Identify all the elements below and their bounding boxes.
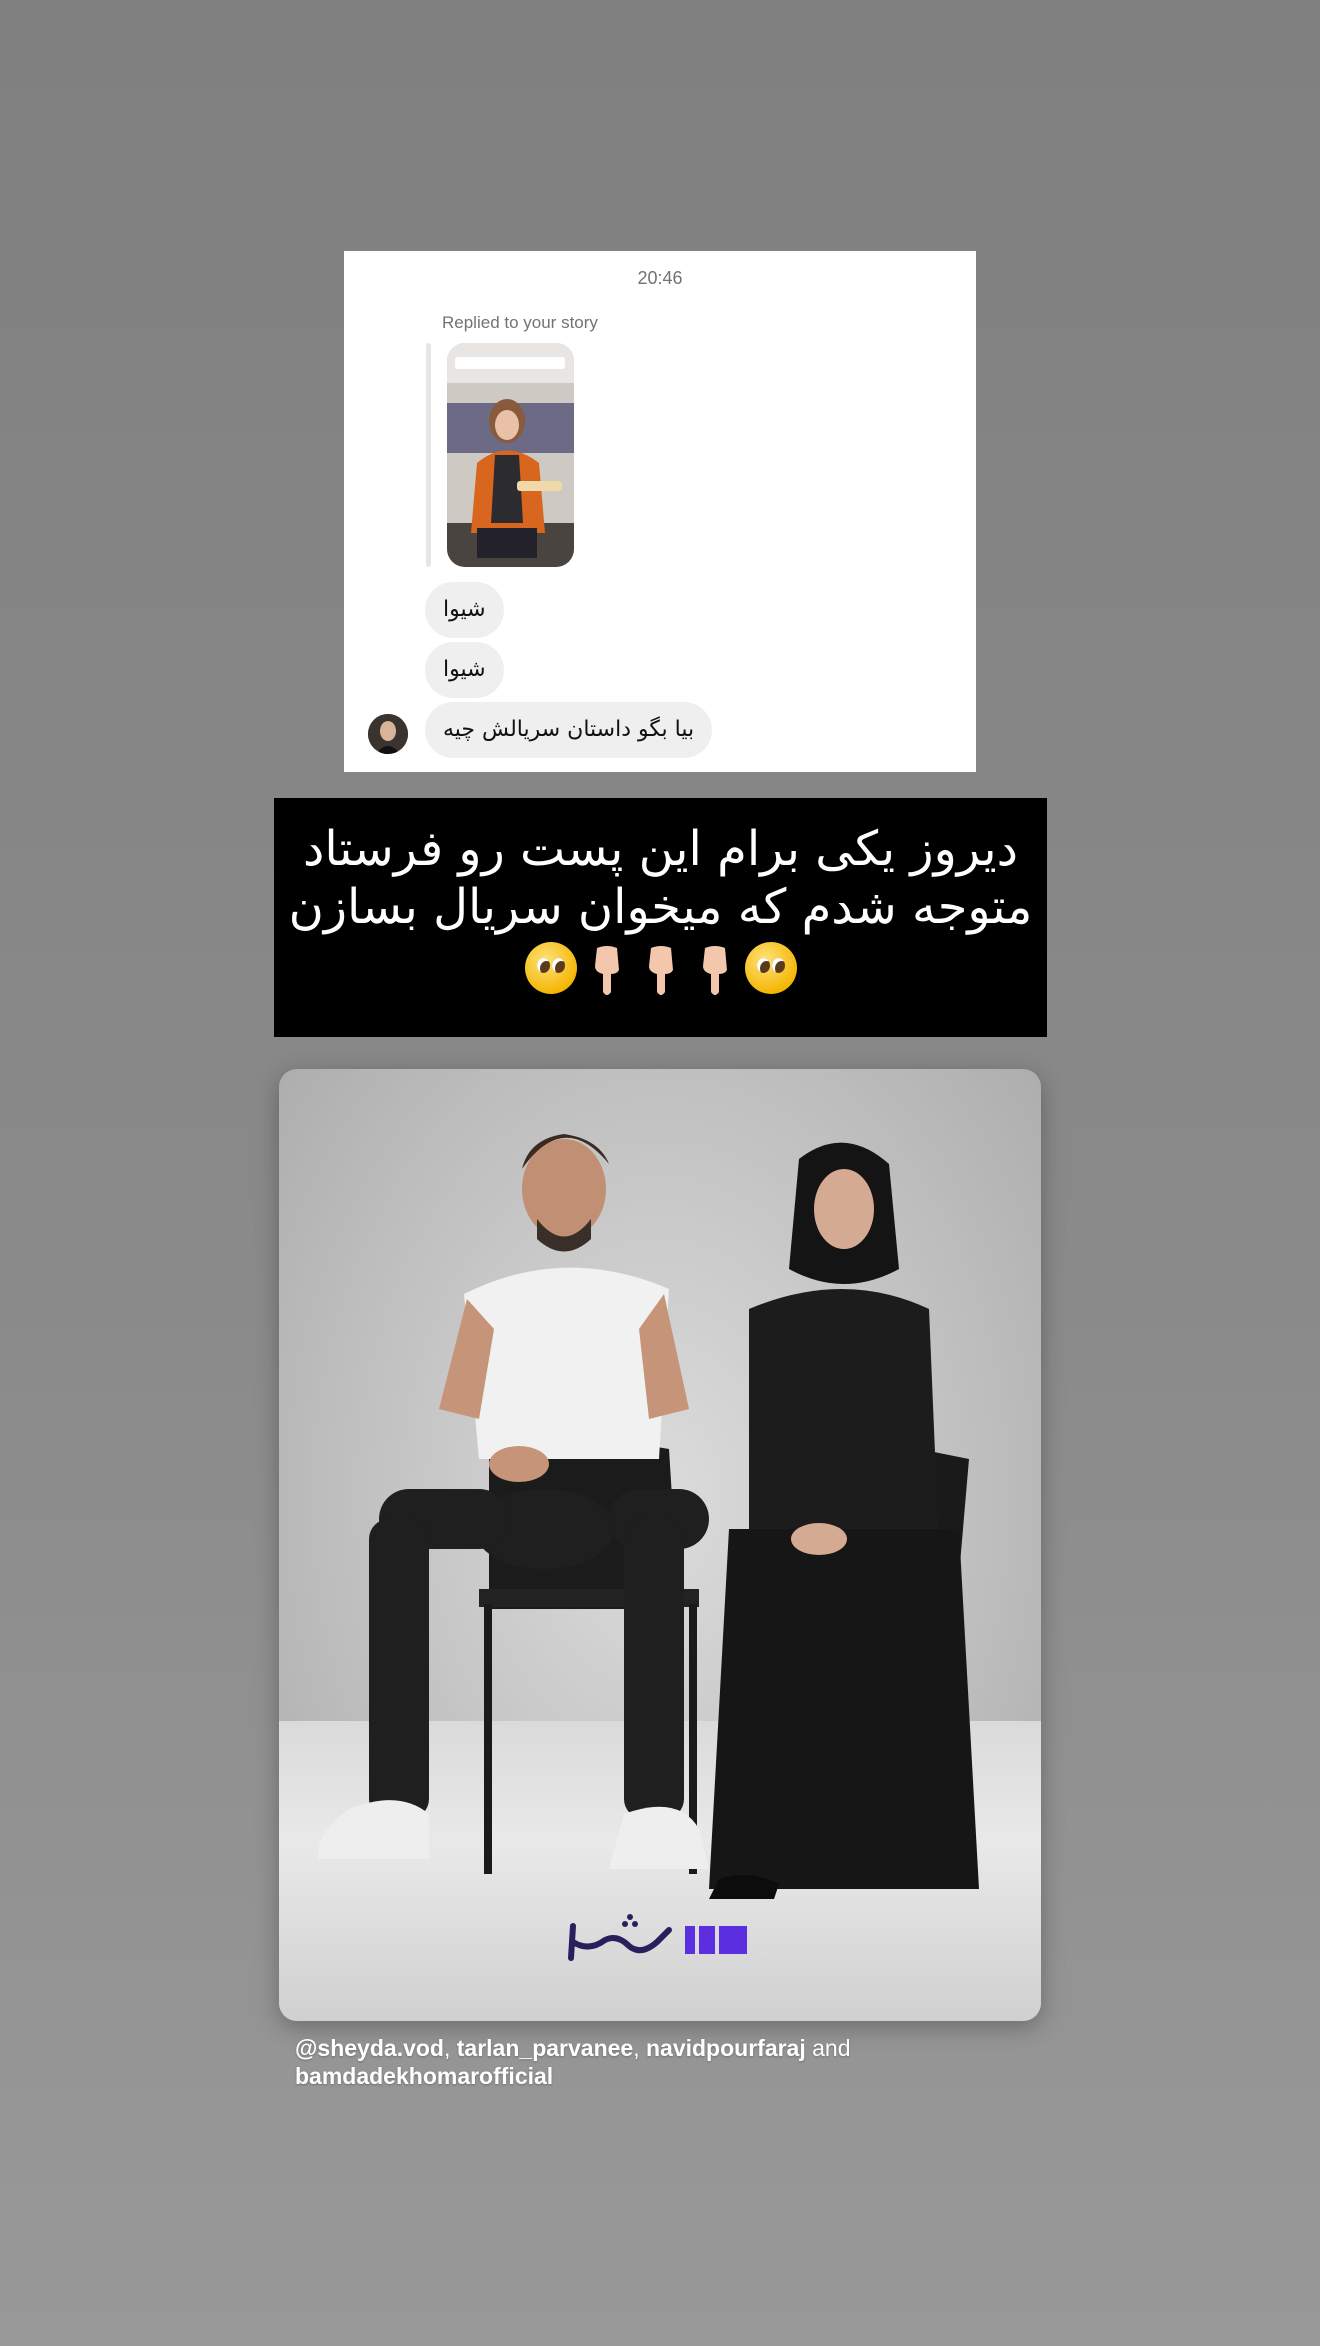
mention-tags: @sheyda.vod, tarlan_parvanee, navidpourf… <box>295 2034 935 2090</box>
message-bubble[interactable]: شیوا <box>425 582 504 638</box>
story-thumbnail[interactable] <box>447 343 574 567</box>
message-timestamp: 20:46 <box>637 268 683 288</box>
reply-indicator-bar <box>426 343 431 567</box>
poster-illustration <box>318 1134 979 1899</box>
mention-separator: , <box>443 2035 457 2061</box>
mention-sheyda-vod[interactable]: @sheyda.vod <box>295 2035 444 2061</box>
mention-tarlan-parvanee[interactable]: tarlan_parvanee <box>457 2035 633 2061</box>
message-bubble[interactable]: بیا بگو داستان سریالش چیه <box>425 702 713 758</box>
pointing-down-icon <box>583 942 631 998</box>
caption-line-2: متوجه شدم که میخوان سریال بسازن <box>288 879 1033 935</box>
replied-to-story-label: Replied to your story <box>442 313 598 332</box>
caption-line-1: دیروز یکی برام این پست رو فرستاد <box>303 821 1018 877</box>
sheyda-logo <box>565 1912 765 1972</box>
pointing-down-icon <box>637 942 685 998</box>
pointing-down-icon <box>691 942 739 998</box>
mention-separator: , <box>633 2035 646 2061</box>
mention-navidpourfaraj[interactable]: navidpourfaraj <box>646 2035 806 2061</box>
pleading-face-icon <box>744 942 797 994</box>
chat-screenshot: 20:46 Replied to your story شیوا شیوا بی… <box>344 251 976 772</box>
series-poster[interactable] <box>279 1069 1041 2021</box>
story-caption: دیروز یکی برام این پست رو فرستاد متوجه ش… <box>274 798 1047 1037</box>
message-bubble[interactable]: شیوا <box>425 642 504 698</box>
mention-bamdadekhomarofficial[interactable]: bamdadekhomarofficial <box>295 2063 553 2089</box>
emoji-row <box>274 942 1047 998</box>
sender-avatar[interactable] <box>368 714 408 754</box>
pleading-face-icon <box>524 942 577 994</box>
mention-conjunction: and <box>805 2035 851 2061</box>
